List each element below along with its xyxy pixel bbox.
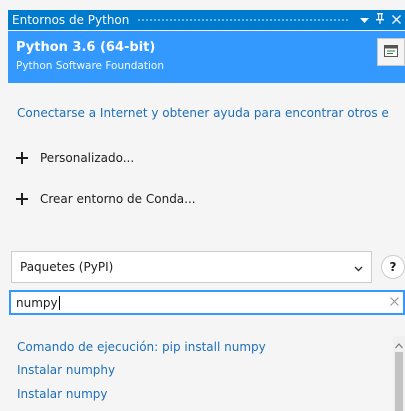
clear-search-icon[interactable]: [390, 295, 399, 310]
environment-name: Python 3.6 (64-bit): [16, 40, 156, 55]
plus-icon: [16, 152, 34, 164]
run-command-link[interactable]: Comando de ejecución: pip install numpy: [17, 340, 266, 354]
install-numphy-link[interactable]: Instalar numphy: [17, 363, 115, 377]
online-help-link[interactable]: Conectarse a Internet y obtener ayuda pa…: [17, 106, 405, 120]
selected-environment-header[interactable]: Python 3.6 (64-bit) Python Software Foun…: [8, 31, 405, 83]
view-selector-dropdown[interactable]: Paquetes (PyPI): [11, 251, 372, 283]
environment-content: Conectarse a Internet y obtener ayuda pa…: [8, 83, 405, 411]
results-scrollbar[interactable]: [393, 336, 405, 411]
title-bar-grip[interactable]: [137, 17, 349, 23]
console-window-icon: [384, 44, 398, 60]
add-custom-environment-label: Personalizado...: [40, 151, 135, 165]
open-interactive-window-button[interactable]: [377, 38, 405, 66]
chevron-down-icon: [354, 261, 363, 275]
view-selector-value: Paquetes (PyPI): [20, 260, 114, 274]
package-search-input[interactable]: numpy: [9, 290, 405, 315]
environment-vendor: Python Software Foundation: [16, 60, 164, 72]
help-button[interactable]: ?: [381, 255, 405, 279]
scrollbar-thumb[interactable]: [395, 352, 403, 411]
window-title: Entornos de Python: [12, 13, 130, 27]
package-results-list: Comando de ejecución: pip install numpy …: [8, 336, 405, 411]
create-conda-environment-label: Crear entorno de Conda...: [40, 192, 196, 206]
pin-icon[interactable]: [373, 13, 387, 27]
help-button-label: ?: [389, 260, 397, 274]
close-icon[interactable]: [389, 14, 403, 27]
add-custom-environment-button[interactable]: Personalizado...: [16, 151, 134, 165]
install-numpy-link[interactable]: Instalar numpy: [17, 387, 108, 401]
search-input-value: numpy: [16, 295, 58, 310]
create-conda-environment-button[interactable]: Crear entorno de Conda...: [16, 192, 196, 206]
plus-icon: [16, 193, 34, 205]
window-menu-icon[interactable]: [357, 14, 371, 27]
python-environments-panel: Entornos de Python Python 3.6 (64-bit) P…: [0, 0, 405, 411]
tool-window-title-bar[interactable]: Entornos de Python: [8, 10, 405, 30]
scroll-up-icon[interactable]: [395, 338, 403, 352]
text-caret: [58, 295, 60, 310]
